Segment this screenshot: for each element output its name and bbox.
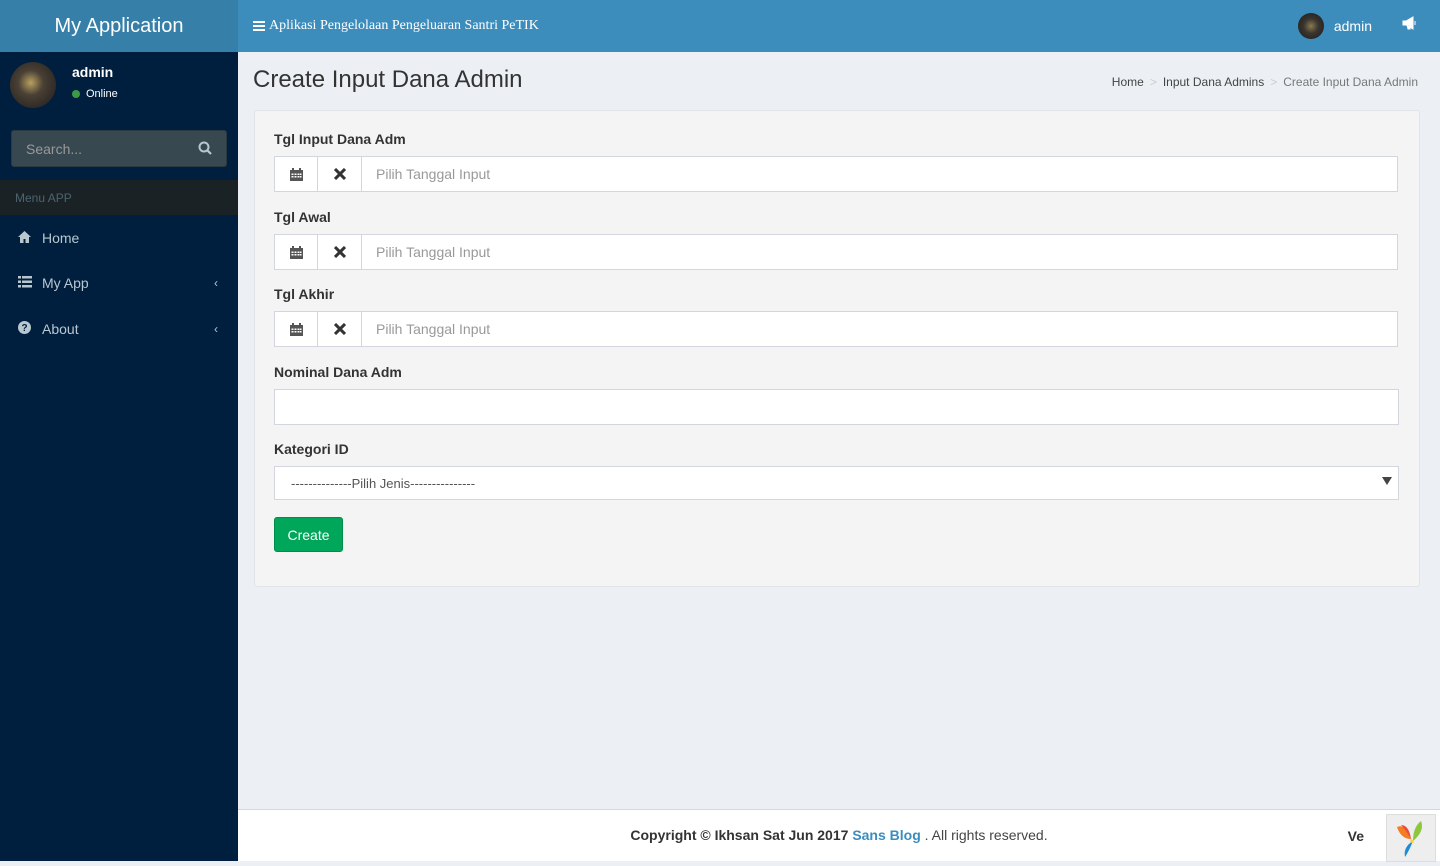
- sidebar-search: [11, 130, 227, 167]
- nominal-dana-adm-label: Nominal Dana Adm: [274, 364, 402, 380]
- calendar-icon[interactable]: [274, 234, 318, 270]
- copyright-text: Copyright © Ikhsan Sat Jun 2017: [630, 827, 849, 843]
- sidebar-user-name: admin: [72, 64, 114, 80]
- tgl-input-dana-adm-label: Tgl Input Dana Adm: [274, 131, 406, 147]
- online-status-text: Online: [86, 88, 118, 100]
- sans-blog-link[interactable]: Sans Blog: [852, 827, 920, 843]
- user-menu-name: admin: [1333, 18, 1372, 34]
- version-text: Ve: [1347, 828, 1364, 844]
- footer: Copyright © Ikhsan Sat Jun 2017 Sans Blo…: [238, 809, 1440, 862]
- tgl-awal-label: Tgl Awal: [274, 209, 331, 225]
- user-panel: admin Online: [10, 62, 230, 112]
- question-circle-icon: ?: [18, 321, 34, 337]
- tgl-awal-group: [274, 234, 1398, 270]
- chevron-left-icon: ‹: [214, 322, 218, 336]
- sidebar-item-label: Home: [42, 230, 80, 246]
- kategori-id-label: Kategori ID: [274, 441, 349, 457]
- menu-header: Menu APP: [0, 180, 238, 215]
- tgl-input-dana-adm-input[interactable]: [362, 156, 1398, 192]
- content-header: Create Input Dana Admin: [253, 66, 523, 94]
- sidebar-item-about[interactable]: ? About ‹: [0, 307, 238, 351]
- tgl-akhir-label: Tgl Akhir: [274, 286, 335, 302]
- dropdown-caret-icon: [1382, 477, 1392, 485]
- breadcrumb-home[interactable]: Home: [1112, 75, 1144, 89]
- bullhorn-icon[interactable]: [1402, 16, 1418, 33]
- tgl-akhir-input[interactable]: [362, 311, 1398, 347]
- sidebar-item-home[interactable]: Home: [0, 216, 238, 260]
- yii-logo-icon[interactable]: [1386, 814, 1436, 862]
- search-icon[interactable]: [198, 141, 212, 155]
- clear-date-icon[interactable]: [318, 156, 362, 192]
- user-avatar: [1297, 13, 1324, 39]
- breadcrumb-separator: >: [1149, 75, 1157, 89]
- sidebar-avatar: [10, 62, 56, 108]
- top-navbar: My Application Aplikasi Pengelolaan Peng…: [0, 0, 1440, 52]
- tgl-awal-input[interactable]: [362, 234, 1398, 270]
- create-button[interactable]: Create: [274, 517, 343, 552]
- list-icon: [18, 275, 34, 291]
- nominal-dana-adm-input[interactable]: [274, 389, 1399, 425]
- kategori-id-select[interactable]: --------------Pilih Jenis---------------: [274, 466, 1399, 500]
- sidebar-item-label: About: [42, 321, 79, 337]
- footer-copyright: Copyright © Ikhsan Sat Jun 2017 Sans Blo…: [238, 827, 1440, 843]
- online-status: Online: [72, 88, 118, 100]
- clear-date-icon[interactable]: [318, 234, 362, 270]
- clear-date-icon[interactable]: [318, 311, 362, 347]
- tgl-input-dana-adm-group: [274, 156, 1398, 192]
- app-title-text: Aplikasi Pengelolaan Pengeluaran Santri …: [269, 18, 539, 33]
- svg-text:?: ?: [21, 323, 27, 334]
- online-dot-icon: [72, 90, 80, 98]
- app-logo[interactable]: My Application: [0, 0, 238, 52]
- sidebar-item-label: My App: [42, 275, 89, 291]
- hamburger-menu-icon[interactable]: [253, 19, 265, 33]
- sidebar: admin Online Menu APP Home My App ‹ ? Ab…: [0, 52, 238, 861]
- breadcrumb-input-dana-admins[interactable]: Input Dana Admins: [1163, 75, 1264, 89]
- chevron-left-icon: ‹: [214, 276, 218, 290]
- breadcrumb: Home > Input Dana Admins > Create Input Dana…: [1112, 75, 1418, 89]
- calendar-icon[interactable]: [274, 156, 318, 192]
- sidebar-item-my-app[interactable]: My App ‹: [0, 261, 238, 305]
- rights-text: . All rights reserved.: [924, 827, 1048, 843]
- tgl-akhir-group: [274, 311, 1398, 347]
- app-title[interactable]: Aplikasi Pengelolaan Pengeluaran Santri …: [253, 0, 539, 52]
- breadcrumb-separator: >: [1270, 75, 1278, 89]
- home-icon: [18, 230, 34, 246]
- calendar-icon[interactable]: [274, 311, 318, 347]
- page-title: Create Input Dana Admin: [253, 66, 523, 93]
- kategori-selected-value: --------------Pilih Jenis---------------: [291, 475, 476, 491]
- user-menu[interactable]: admin: [1297, 13, 1372, 39]
- search-input[interactable]: [12, 131, 187, 166]
- breadcrumb-current: Create Input Dana Admin: [1283, 75, 1418, 89]
